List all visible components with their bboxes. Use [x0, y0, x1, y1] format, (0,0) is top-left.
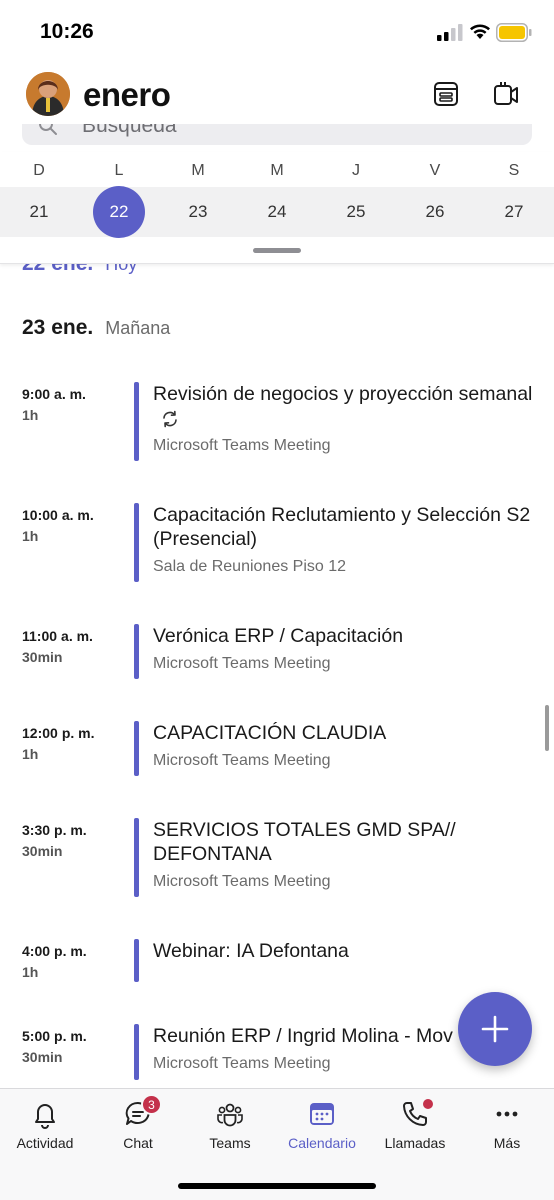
bell-icon	[35, 1104, 55, 1129]
event-title: CAPACITACIÓN CLAUDIA	[153, 722, 387, 744]
event-item[interactable]: 12:00 p. m. 1h CAPACITACIÓN CLAUDIA Micro…	[0, 721, 554, 777]
event-start-time: 10:00 a. m.	[22, 507, 94, 523]
event-color-bar	[134, 721, 139, 776]
date-cell-selected[interactable]: 22	[93, 186, 145, 238]
event-title: SERVICIOS TOTALES GMD SPA// DEFONTANA	[153, 819, 456, 865]
event-duration: 1h	[22, 746, 39, 762]
week-dates: 21 22 23 24 25 26 27	[0, 186, 554, 238]
event-item[interactable]: 9:00 a. m. 1h Revisión de negocios y proy…	[0, 382, 554, 462]
event-start-time: 11:00 a. m.	[22, 628, 93, 644]
event-start-time: 9:00 a. m.	[22, 386, 86, 402]
tab-llamadas[interactable]: Llamadas	[369, 1097, 461, 1151]
event-location: Microsoft Teams Meeting	[153, 873, 331, 890]
event-duration: 30min	[22, 1049, 63, 1065]
date-cell[interactable]: 24	[247, 202, 307, 222]
event-color-bar	[134, 382, 139, 461]
chat-icon-wrap: 3	[123, 1094, 162, 1129]
search-icon	[39, 124, 57, 135]
section-header-tomorrow: 23 ene. Mañana	[22, 316, 170, 340]
event-location: Microsoft Teams Meeting	[153, 1055, 331, 1072]
event-duration: 30min	[22, 649, 63, 665]
event-location: Microsoft Teams Meeting	[153, 655, 331, 672]
event-color-bar	[134, 818, 139, 897]
tab-actividad[interactable]: Actividad	[0, 1099, 91, 1151]
meet-now-icon	[494, 82, 518, 105]
scrollbar[interactable]	[545, 705, 549, 751]
event-start-time: 3:30 p. m.	[22, 822, 87, 838]
chat-badge: 3	[141, 1094, 162, 1115]
weekday-label: M	[191, 162, 205, 179]
section-relative: Mañana	[105, 318, 171, 338]
expand-handle[interactable]	[253, 248, 301, 253]
event-color-bar	[134, 1024, 139, 1080]
meet-now-button[interactable]	[490, 78, 522, 110]
new-event-button[interactable]	[458, 992, 532, 1066]
calls-notification-dot	[421, 1097, 435, 1111]
event-title: Revisión de negocios y proyección semana…	[153, 382, 533, 430]
weekday-label: S	[508, 162, 520, 179]
tab-label: Calendario	[288, 1135, 356, 1151]
recurring-icon	[163, 410, 177, 428]
home-indicator[interactable]	[178, 1183, 376, 1189]
tab-chat[interactable]: 3 Chat	[92, 1094, 184, 1151]
plus-icon	[481, 1015, 509, 1043]
section-date: 23 ene.	[22, 316, 94, 339]
event-title: Verónica ERP / Capacitación	[153, 625, 404, 647]
event-location: Microsoft Teams Meeting	[153, 752, 331, 769]
event-duration: 30min	[22, 843, 63, 859]
tab-label: Chat	[123, 1135, 153, 1151]
tab-label: Más	[493, 1135, 521, 1151]
search-bar[interactable]: Búsqueda	[22, 124, 532, 145]
week-strip[interactable]: D L M M J V S 21 22 23 24 25 26 27	[0, 152, 554, 264]
date-cell[interactable]: 25	[326, 202, 386, 222]
event-color-bar	[134, 503, 139, 582]
agenda-view-button[interactable]	[430, 78, 462, 110]
weekday-label: J	[352, 162, 360, 179]
profile-photo-icon	[26, 72, 70, 116]
event-color-bar	[134, 939, 139, 982]
teams-icon	[217, 1103, 243, 1127]
page-title: enero	[83, 76, 171, 113]
tab-label: Llamadas	[384, 1135, 446, 1151]
app-header: enero	[0, 62, 554, 126]
event-item[interactable]: 4:00 p. m. 1h Webinar: IA Defontana	[0, 939, 554, 983]
event-item[interactable]: 3:30 p. m. 30min SERVICIOS TOTALES GMD SP…	[0, 818, 554, 898]
date-cell[interactable]: 27	[484, 202, 544, 222]
date-cell[interactable]: 21	[9, 202, 69, 222]
event-item[interactable]: 10:00 a. m. 1h Capacitación Reclutamiento…	[0, 503, 554, 583]
event-start-time: 5:00 p. m.	[22, 1028, 87, 1044]
weekday-label: D	[33, 162, 45, 179]
more-icon	[496, 1111, 518, 1117]
event-location: Microsoft Teams Meeting	[153, 437, 331, 454]
event-duration: 1h	[22, 407, 39, 423]
event-item[interactable]: 11:00 a. m. 30min Verónica ERP / Capacita…	[0, 624, 554, 680]
date-cell[interactable]: 26	[405, 202, 465, 222]
event-duration: 1h	[22, 528, 39, 544]
search-input[interactable]: Búsqueda	[82, 124, 177, 138]
event-duration: 1h	[22, 964, 39, 980]
event-start-time: 12:00 p. m.	[22, 725, 95, 741]
event-color-bar	[134, 624, 139, 679]
date-cell[interactable]: 23	[168, 202, 228, 222]
agenda-view-icon	[434, 82, 458, 106]
tab-label: Teams	[209, 1135, 251, 1151]
tab-mas[interactable]: Más	[461, 1099, 553, 1151]
weekday-labels: D L M M J V S	[0, 162, 554, 182]
tab-teams[interactable]: Teams	[184, 1099, 276, 1151]
event-title: Capacitación Reclutamiento y Selección S…	[153, 504, 531, 550]
weekday-label: M	[270, 162, 284, 179]
tab-calendario[interactable]: Calendario	[276, 1099, 368, 1151]
event-title: Webinar: IA Defontana	[153, 940, 349, 962]
avatar[interactable]	[26, 72, 70, 116]
calendar-icon	[310, 1103, 334, 1125]
tab-label: Actividad	[16, 1135, 74, 1151]
event-location: Sala de Reuniones Piso 12	[153, 558, 347, 575]
weekday-label: L	[114, 162, 124, 179]
event-start-time: 4:00 p. m.	[22, 943, 87, 959]
weekday-label: V	[429, 162, 441, 179]
phone-icon-wrap	[400, 1097, 435, 1129]
